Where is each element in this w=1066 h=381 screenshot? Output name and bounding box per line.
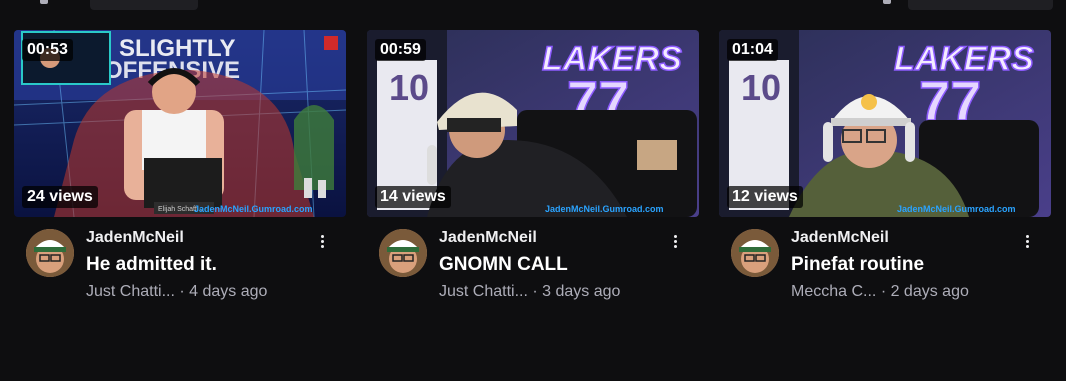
video-meta: JadenMcNeil He admitted it. Just Chatti.… (14, 229, 346, 309)
top-filter-bar (0, 0, 1066, 12)
video-thumbnail[interactable]: 10 LAKERS 77 JadenMcNeil.Gumroad.com 00:… (367, 30, 699, 217)
upload-age: · 2 days ago (880, 283, 969, 300)
views-badge: 14 views (375, 186, 451, 208)
watermark-text: JadenMcNeil.Gumroad.com (194, 204, 313, 214)
channel-avatar[interactable] (731, 229, 779, 277)
channel-name[interactable]: JadenMcNeil (791, 229, 889, 247)
views-badge: 12 views (727, 186, 803, 208)
duration-badge: 00:59 (375, 39, 426, 61)
upload-age: · 4 days ago (179, 283, 268, 300)
channel-name[interactable]: JadenMcNeil (86, 229, 184, 247)
category-link[interactable]: Just Chatti... (439, 283, 528, 300)
category-link[interactable]: Meccha C... (791, 283, 876, 300)
channel-name[interactable]: JadenMcNeil (439, 229, 537, 247)
video-title[interactable]: GNOMN CALL (439, 254, 568, 276)
watermark-text: JadenMcNeil.Gumroad.com (897, 204, 1016, 214)
upload-age: · 3 days ago (532, 283, 621, 300)
filter-icon-right[interactable] (883, 0, 891, 4)
video-card[interactable]: 10 LAKERS 77 JadenMcNeil.Gumroad.com 00:… (367, 30, 699, 309)
video-thumbnail[interactable]: SLIGHTLY OFFENSIVE Elijah Schaff... Jade… (14, 30, 346, 217)
video-thumbnail[interactable]: 10 LAKERS 77 JadenMcNeil.Gumroad.com 01:… (719, 30, 1051, 217)
video-subline: Just Chatti... · 3 days ago (439, 283, 620, 301)
video-subline: Meccha C... · 2 days ago (791, 283, 969, 301)
video-title[interactable]: He admitted it. (86, 254, 217, 276)
video-meta: JadenMcNeil GNOMN CALL Just Chatti... · … (367, 229, 699, 309)
more-options-icon[interactable] (1021, 235, 1033, 253)
filter-icon-left[interactable] (40, 0, 48, 4)
video-card[interactable]: SLIGHTLY OFFENSIVE Elijah Schaff... Jade… (14, 30, 346, 309)
filter-dropdown-right[interactable] (908, 0, 1053, 10)
jersey-number: 10 (389, 67, 429, 108)
duration-badge: 01:04 (727, 39, 778, 61)
video-card[interactable]: 10 LAKERS 77 JadenMcNeil.Gumroad.com 01:… (719, 30, 1051, 309)
channel-avatar[interactable] (26, 229, 74, 277)
duration-badge: 00:53 (22, 39, 73, 61)
video-title[interactable]: Pinefat routine (791, 254, 924, 276)
more-options-icon[interactable] (669, 235, 681, 253)
channel-avatar[interactable] (379, 229, 427, 277)
video-meta: JadenMcNeil Pinefat routine Meccha C... … (719, 229, 1051, 309)
category-link[interactable]: Just Chatti... (86, 283, 175, 300)
filter-dropdown-left[interactable] (90, 0, 198, 10)
video-subline: Just Chatti... · 4 days ago (86, 283, 267, 301)
watermark-text: JadenMcNeil.Gumroad.com (545, 204, 664, 214)
more-options-icon[interactable] (316, 235, 328, 253)
jersey-number: 10 (741, 67, 781, 108)
views-badge: 24 views (22, 186, 98, 208)
